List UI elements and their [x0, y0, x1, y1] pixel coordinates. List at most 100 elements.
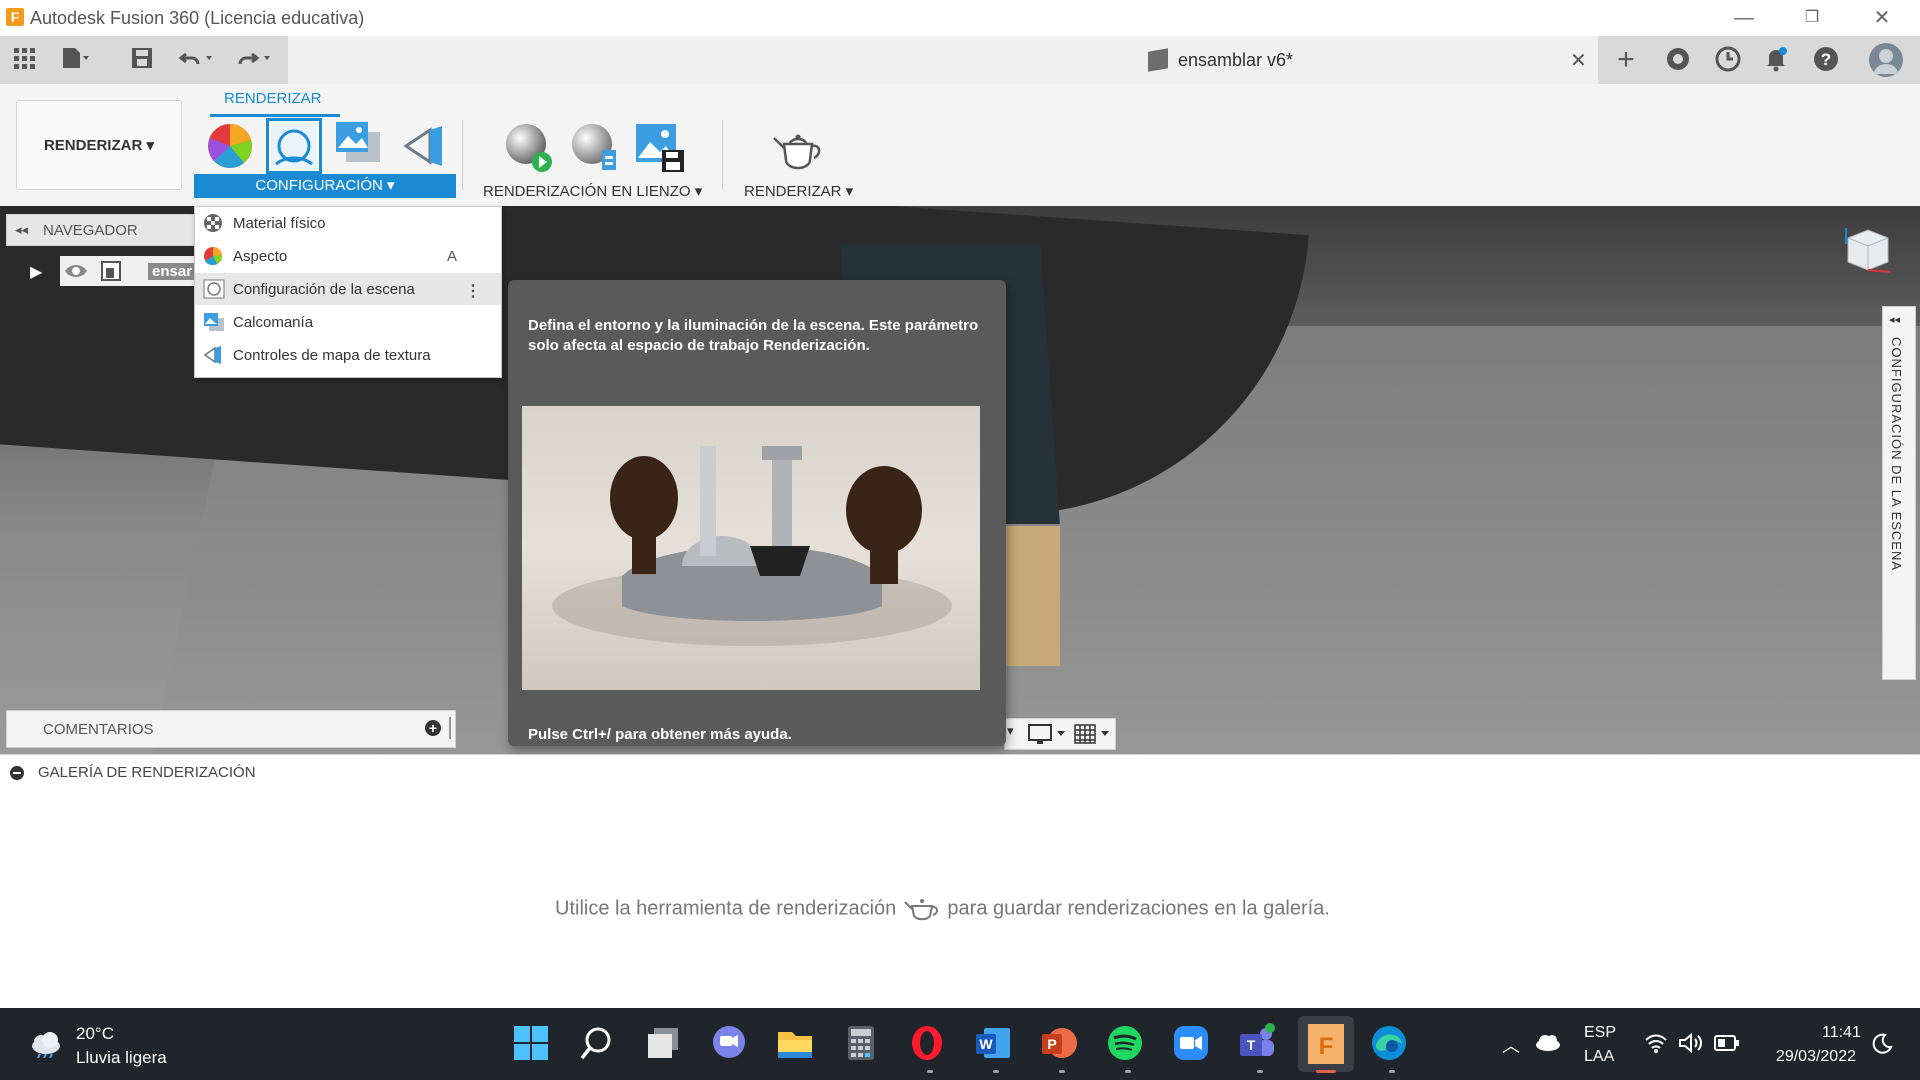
component-tree-icon — [100, 260, 122, 282]
more-options-icon[interactable]: ⋮ — [465, 281, 481, 301]
add-comment-button[interactable]: + — [425, 720, 441, 736]
menu-item-label: Controles de mapa de textura — [233, 347, 431, 364]
visibility-eye-icon[interactable] — [64, 262, 88, 280]
calculator-icon[interactable] — [840, 1022, 882, 1064]
menu-item-calcomania[interactable]: Calcomanía — [195, 306, 501, 338]
undo-icon[interactable] — [178, 46, 212, 74]
user-avatar[interactable] — [1868, 42, 1904, 78]
tooltip-help-hint: Pulse Ctrl+/ para obtener más ayuda. — [528, 726, 792, 743]
weather-cloud-icon[interactable] — [28, 1030, 64, 1059]
renderizar-menu-button[interactable]: RENDERIZAR ▾ — [744, 182, 853, 200]
chat-icon[interactable] — [708, 1022, 750, 1064]
svg-text:F: F — [1319, 1033, 1334, 1060]
weather-temperature: 20°C — [76, 1024, 114, 1043]
save-icon[interactable] — [128, 46, 156, 74]
file-explorer-icon[interactable] — [774, 1022, 816, 1064]
tooltip-preview-image — [522, 406, 980, 690]
collapse-scene-panel-icon[interactable]: ◂◂ — [1889, 313, 1900, 326]
menu-item-configuracion-escena[interactable]: Configuración de la escena ⋮ — [195, 273, 501, 305]
close-tab-button[interactable]: ✕ — [1570, 48, 1587, 73]
decal-icon[interactable] — [332, 118, 386, 172]
navigator-root-item[interactable]: ensar — [60, 256, 200, 286]
focus-moon-icon[interactable] — [1870, 1032, 1894, 1056]
appearance-icon[interactable] — [204, 118, 258, 172]
scene-panel-title: CONFIGURACIÓN DE LA ESCENA — [1889, 337, 1904, 572]
new-tab-button[interactable]: + — [1612, 45, 1640, 75]
configuracion-group: CONFIGURACIÓN ▾ — [194, 118, 456, 204]
edge-browser-icon[interactable] — [1368, 1022, 1410, 1064]
onedrive-cloud-icon[interactable] — [1534, 1032, 1562, 1052]
show-hidden-icons-chevron-icon[interactable]: ︿ — [1502, 1032, 1520, 1058]
language-indicator-bottom: LAA — [1584, 1048, 1615, 1065]
windows-taskbar: 20°C Lluvia ligera W P T F ︿ ESP LAA 11:… — [0, 1008, 1920, 1080]
volume-icon[interactable] — [1678, 1032, 1704, 1054]
battery-icon[interactable] — [1714, 1034, 1740, 1052]
spotify-icon[interactable] — [1104, 1022, 1146, 1064]
scene-settings-icon — [203, 279, 225, 299]
notifications-bell-icon[interactable] — [1762, 46, 1790, 74]
gallery-title: GALERÍA DE RENDERIZACIÓN — [38, 764, 256, 781]
apps-grid-icon[interactable] — [10, 46, 38, 74]
grid-settings-icon[interactable] — [1073, 723, 1113, 745]
task-view-icon[interactable] — [642, 1022, 684, 1064]
menu-item-material-fisico[interactable]: Material físico — [195, 207, 501, 239]
display-settings-icon[interactable] — [1027, 723, 1067, 745]
active-tab-indicator — [210, 114, 340, 117]
renderizacion-en-lienzo-menu-button[interactable]: RENDERIZACIÓN EN LIENZO ▾ — [483, 182, 702, 200]
close-window-button[interactable]: ✕ — [1862, 4, 1902, 32]
zoom-icon[interactable] — [1170, 1022, 1212, 1064]
workspace-selector-button[interactable]: RENDERIZAR ▾ — [16, 100, 182, 190]
scene-settings-panel[interactable]: ◂◂ CONFIGURACIÓN DE LA ESCENA — [1882, 306, 1916, 680]
collapse-gallery-icon[interactable] — [10, 766, 24, 780]
capture-image-icon[interactable] — [632, 120, 688, 176]
configuracion-menu-button[interactable]: CONFIGURACIÓN ▾ — [194, 174, 456, 198]
collapse-navigator-icon[interactable]: ◂◂ — [15, 222, 28, 238]
clock-date[interactable]: 29/03/2022 — [1762, 1048, 1856, 1066]
fusion-logo-icon: F — [6, 8, 24, 26]
in-canvas-render-settings-icon[interactable] — [566, 120, 622, 176]
teams-icon[interactable]: T — [1236, 1022, 1278, 1064]
render-gallery-area: Utilice la herramienta de renderización … — [0, 790, 1920, 1008]
menu-item-aspecto[interactable]: Aspecto A — [195, 240, 501, 272]
redo-icon[interactable] — [236, 46, 270, 74]
fusion360-taskbar-icon[interactable]: F — [1298, 1016, 1354, 1072]
search-icon[interactable] — [576, 1022, 618, 1064]
svg-text:W: W — [979, 1036, 993, 1052]
display-dropdown-icon[interactable]: ▾ — [1007, 723, 1014, 739]
configuracion-dropdown-menu: Material físico Aspecto A Configuración … — [194, 206, 502, 378]
restore-button[interactable]: ❐ — [1792, 4, 1832, 32]
opera-browser-icon[interactable] — [906, 1022, 948, 1064]
comments-panel[interactable]: COMENTARIOS + — [6, 710, 456, 748]
powerpoint-icon[interactable]: P — [1038, 1022, 1080, 1064]
texture-map-icon[interactable] — [400, 122, 450, 172]
tab-renderizar[interactable]: RENDERIZAR — [224, 90, 322, 107]
extensions-icon[interactable] — [1664, 46, 1692, 74]
file-menu-icon[interactable] — [60, 46, 89, 74]
word-icon[interactable]: W — [972, 1022, 1014, 1064]
title-bar: F Autodesk Fusion 360 (Licencia educativ… — [0, 0, 1920, 36]
decal-icon — [203, 312, 224, 332]
running-indicator — [1125, 1070, 1131, 1073]
navigator-title: NAVEGADOR — [43, 222, 138, 239]
render-gallery-header[interactable]: GALERÍA DE RENDERIZACIÓN — [0, 754, 1920, 792]
wifi-icon[interactable] — [1644, 1032, 1668, 1054]
job-status-icon[interactable] — [1714, 46, 1742, 74]
minimize-button[interactable]: — — [1724, 4, 1764, 32]
document-tab[interactable]: ensamblar v6* ✕ — [288, 36, 1598, 84]
menu-item-controles-mapa-textura[interactable]: Controles de mapa de textura — [195, 339, 501, 371]
panel-splitter[interactable] — [449, 717, 451, 739]
help-icon[interactable]: ? — [1812, 46, 1840, 74]
viewcube[interactable] — [1840, 222, 1896, 278]
start-windows-icon[interactable] — [510, 1022, 552, 1064]
scene-settings-icon[interactable] — [266, 118, 322, 174]
navigator-panel[interactable]: ◂◂ NAVEGADOR — [6, 214, 204, 246]
svg-text:P: P — [1047, 1036, 1056, 1052]
in-canvas-render-icon[interactable] — [500, 120, 556, 176]
render-teapot-icon — [902, 894, 942, 924]
clock-time[interactable]: 11:41 — [1822, 1024, 1861, 1042]
language-indicator-top[interactable]: ESP — [1584, 1024, 1616, 1042]
render-teapot-icon[interactable] — [770, 124, 826, 174]
menu-item-label: Configuración de la escena — [233, 281, 415, 298]
expand-tree-icon[interactable]: ▶ — [30, 262, 42, 282]
window-title: Autodesk Fusion 360 (Licencia educativa) — [30, 8, 365, 28]
